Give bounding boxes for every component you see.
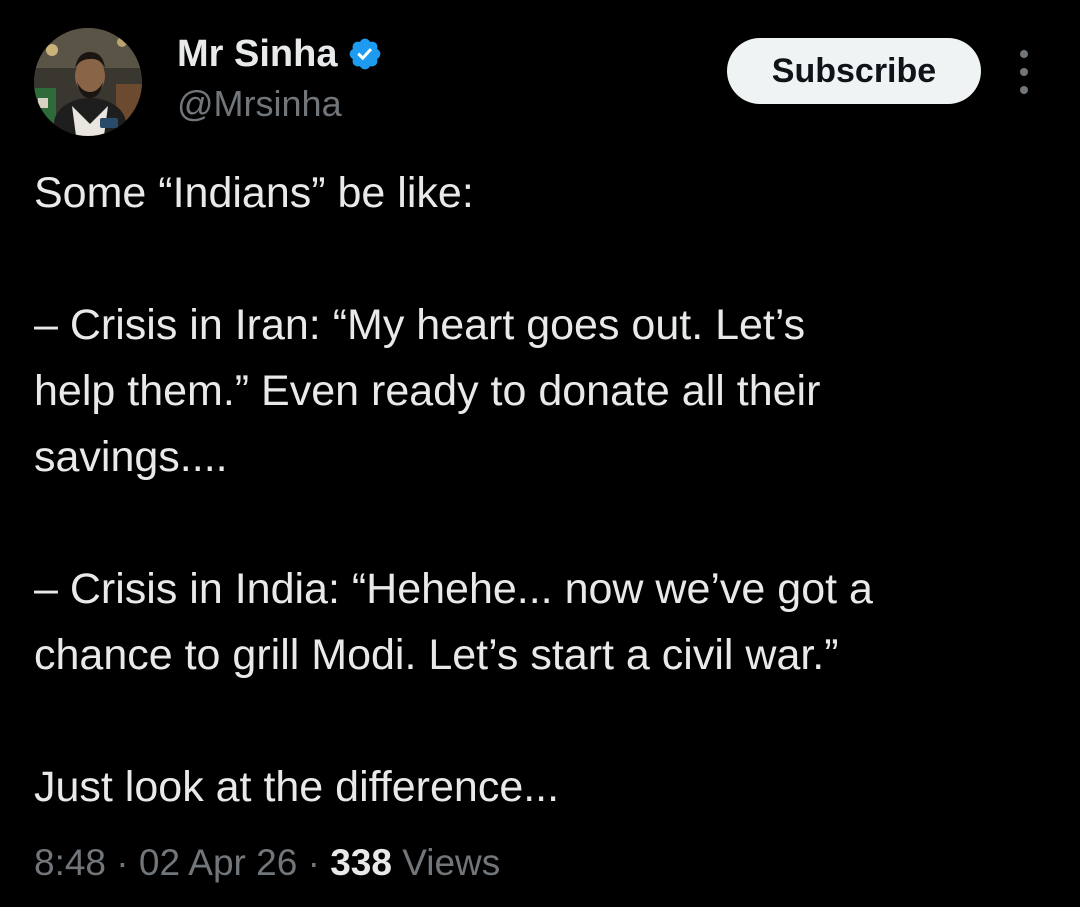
more-vertical-icon[interactable] [1006, 50, 1042, 94]
views-count[interactable]: 338 [330, 842, 392, 883]
meta-separator: · [297, 842, 331, 883]
subscribe-button[interactable]: Subscribe [727, 38, 981, 104]
more-dot-icon [1020, 68, 1028, 76]
tweet-date[interactable]: 02 Apr 26 [139, 842, 297, 883]
tweet-line: Just look at the difference... [34, 763, 560, 811]
tweet-blank-line [34, 226, 1044, 292]
avatar-photo [34, 28, 142, 136]
views-label[interactable]: Views [392, 842, 500, 883]
tweet-line: help them.” Even ready to donate all the… [34, 367, 821, 415]
tweet-line: Some “Indians” be like: [34, 169, 474, 217]
tweet-blank-line [34, 688, 1044, 754]
tweet-blank-line [34, 490, 1044, 556]
author-display-name[interactable]: Mr Sinha [177, 32, 337, 76]
tweet-meta: 8:48 · 02 Apr 26 · 338 Views [34, 838, 500, 888]
tweet-line: chance to grill Modi. Let’s start a civi… [34, 631, 839, 679]
avatar[interactable] [34, 28, 142, 136]
tweet-line: savings.... [34, 433, 228, 481]
author-handle[interactable]: @Mrsinha [177, 84, 342, 124]
more-dot-icon [1020, 86, 1028, 94]
author-name-row[interactable]: Mr Sinha [177, 32, 383, 76]
tweet-line: – Crisis in Iran: “My heart goes out. Le… [34, 301, 806, 349]
tweet-line: – Crisis in India: “Hehehe... now we’ve … [34, 565, 873, 613]
tweet-text: Some “Indians” be like: – Crisis in Iran… [34, 160, 1044, 820]
tweet-time[interactable]: 8:48 [34, 842, 106, 883]
more-dot-icon [1020, 50, 1028, 58]
verified-badge-icon [350, 38, 381, 70]
meta-separator: · [106, 842, 139, 883]
